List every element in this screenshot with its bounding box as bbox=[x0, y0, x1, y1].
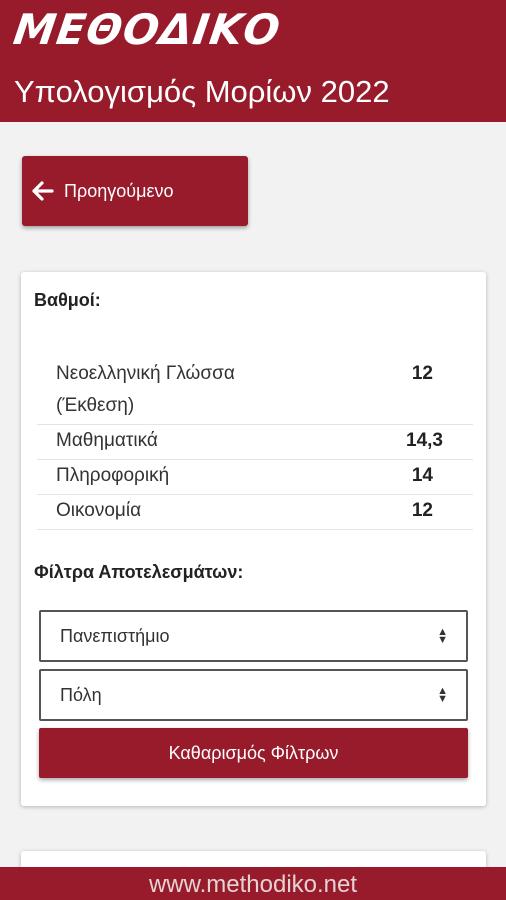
arrow-left-icon bbox=[32, 180, 54, 202]
app-header: ΜΕΘΟΔΙΚΟ Υπολογισμός Μορίων 2022 bbox=[0, 0, 506, 122]
city-select[interactable]: Πόλη ▲ ▼ bbox=[39, 669, 468, 721]
grade-value: 12 bbox=[411, 500, 433, 521]
select-arrows-icon: ▲ ▼ bbox=[437, 626, 448, 646]
subject-name: Νεοελληνική Γλώσσα (Έκθεση) bbox=[56, 363, 235, 416]
grades-card: Βαθμοί: Νεοελληνική Γλώσσα (Έκθεση) 12 Μ… bbox=[21, 272, 486, 806]
subject-name: Πληροφορική bbox=[56, 465, 170, 486]
grade-row: Οικονομία 12 bbox=[37, 495, 473, 530]
grades-title: Βαθμοί: bbox=[34, 290, 101, 310]
clear-filters-button[interactable]: Καθαρισμός Φίλτρων bbox=[39, 728, 468, 778]
back-button-label: Προηγούμενο bbox=[64, 180, 174, 201]
grades-table: Νεοελληνική Γλώσσα (Έκθεση) 12 Μαθηματικ… bbox=[37, 358, 473, 530]
footer-link[interactable]: www.methodiko.net bbox=[0, 867, 506, 900]
grade-value: 12 bbox=[411, 363, 433, 384]
back-button[interactable]: Προηγούμενο bbox=[22, 156, 248, 226]
select-arrows-icon: ▲ ▼ bbox=[437, 685, 448, 705]
university-select[interactable]: Πανεπιστήμιο ▲ ▼ bbox=[39, 610, 468, 662]
filters-title: Φίλτρα Αποτελεσμάτων: bbox=[34, 562, 244, 582]
grade-value: 14 bbox=[411, 465, 433, 486]
university-select-value: Πανεπιστήμιο bbox=[60, 625, 170, 646]
city-select-value: Πόλη bbox=[60, 684, 102, 705]
subject-name: Οικονομία bbox=[56, 500, 142, 521]
page-title: Υπολογισμός Μορίων 2022 bbox=[14, 74, 390, 109]
grade-row: Νεοελληνική Γλώσσα (Έκθεση) 12 bbox=[37, 358, 473, 425]
subject-name: Μαθηματικά bbox=[56, 430, 158, 451]
grade-row: Μαθηματικά 14,3 bbox=[37, 425, 473, 460]
logo: ΜΕΘΟΔΙΚΟ bbox=[10, 5, 284, 54]
grade-value: 14,3 bbox=[406, 430, 443, 451]
grade-row: Πληροφορική 14 bbox=[37, 460, 473, 495]
